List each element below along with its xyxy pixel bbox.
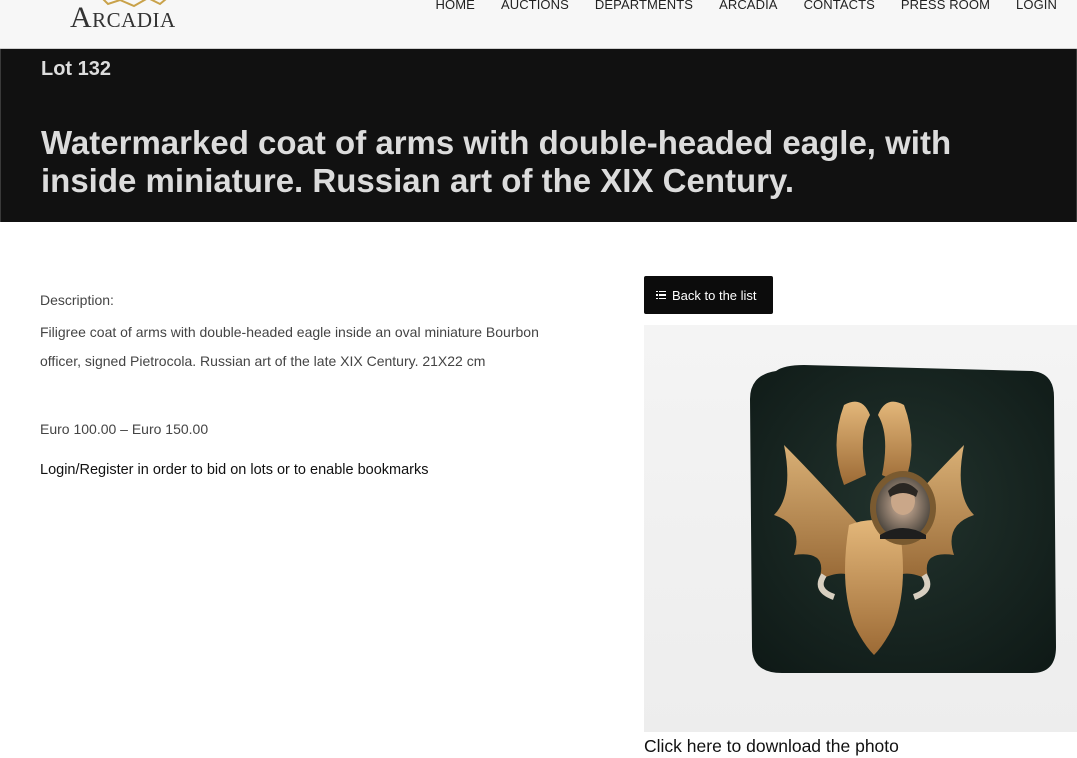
- lot-photo-image: [750, 365, 1056, 673]
- nav-press-room[interactable]: PRESS ROOM: [888, 0, 1003, 14]
- nav-contacts[interactable]: CONTACTS: [791, 0, 888, 14]
- lot-estimate: Euro 100.00 – Euro 150.00: [40, 421, 209, 437]
- nav-auctions[interactable]: AUCTIONS: [488, 0, 582, 14]
- lot-photo[interactable]: [644, 325, 1077, 732]
- nav-departments[interactable]: DEPARTMENTS: [582, 0, 706, 14]
- nav-login[interactable]: LOGIN: [1003, 0, 1057, 14]
- description-label: Description:: [40, 292, 114, 308]
- lot-number: Lot 132: [41, 58, 112, 80]
- download-photo-link[interactable]: Click here to download the photo: [644, 735, 899, 757]
- logo-wordmark: Arcadia: [70, 1, 176, 34]
- login-register-link[interactable]: Login/Register in order to bid on lots o…: [40, 460, 429, 480]
- main-nav: HOME AUCTIONS DEPARTMENTS ARCADIA CONTAC…: [423, 0, 1057, 14]
- back-to-list-label: Back to the list: [672, 287, 757, 303]
- lot-title: Watermarked coat of arms with double-hea…: [41, 124, 952, 199]
- nav-arcadia[interactable]: ARCADIA: [706, 0, 791, 14]
- arcadia-logo[interactable]: Arcadia: [70, 0, 202, 38]
- nav-home[interactable]: HOME: [423, 0, 488, 14]
- logo-text: Arcadia: [70, 0, 176, 36]
- lot-title-band: Lot 132 Watermarked coat of arms with do…: [0, 49, 1077, 222]
- site-header: Arcadia HOME AUCTIONS DEPARTMENTS ARCADI…: [0, 0, 1077, 49]
- list-icon: [656, 290, 666, 300]
- back-to-list-button[interactable]: Back to the list: [644, 276, 773, 314]
- lot-description: Filigree coat of arms with double-headed…: [40, 324, 539, 369]
